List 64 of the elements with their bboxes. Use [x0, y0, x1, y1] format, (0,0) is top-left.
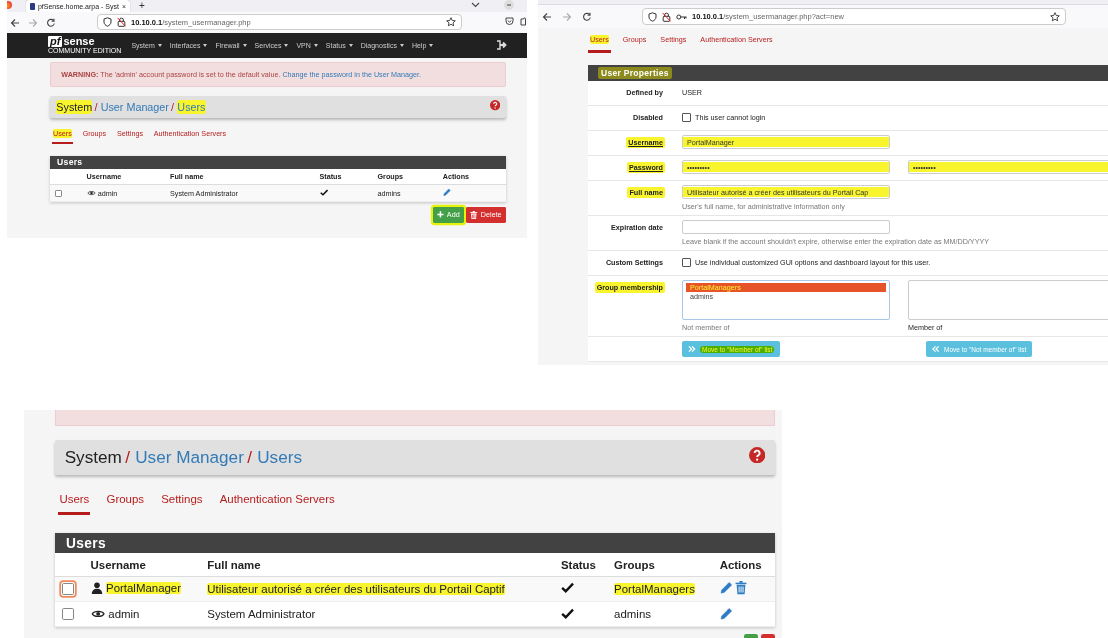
star-icon[interactable]: [1050, 11, 1060, 22]
plus-icon: [437, 211, 444, 219]
breadcrumb-item[interactable]: Users: [177, 99, 206, 114]
new-tab-button[interactable]: +: [139, 0, 145, 11]
pencil-icon[interactable]: [719, 581, 733, 595]
shield-icon[interactable]: [648, 11, 657, 22]
back-icon[interactable]: [542, 11, 552, 22]
column-header: Full name: [201, 553, 556, 577]
column-header: Actions: [713, 553, 776, 577]
trash-icon[interactable]: [735, 581, 748, 595]
crossed-lock-icon[interactable]: [662, 11, 671, 22]
table-cell: System Administrator: [207, 608, 316, 621]
help-icon[interactable]: [749, 447, 766, 464]
pocket-icon[interactable]: [505, 17, 514, 26]
pencil-icon[interactable]: [442, 188, 451, 197]
breadcrumb-separator: /: [125, 446, 131, 469]
checkmark-icon: [319, 189, 328, 196]
breadcrumb-item[interactable]: User Manager: [100, 99, 169, 114]
shield-icon[interactable]: [103, 17, 112, 27]
double-chevron-icon: [932, 345, 940, 353]
tab[interactable]: Authentication Servers: [218, 493, 336, 515]
username-link[interactable]: PortalManager: [106, 581, 182, 594]
column-header: Groups: [608, 553, 714, 577]
breadcrumb-separator: /: [94, 99, 98, 114]
tab[interactable]: Users: [58, 493, 91, 515]
row-checkbox[interactable]: [62, 608, 74, 621]
checkmark-icon: [561, 582, 575, 594]
panel-title: Users: [50, 155, 506, 169]
checkbox[interactable]: [682, 113, 691, 122]
text-field[interactable]: [682, 220, 890, 234]
trash-icon[interactable]: [470, 210, 478, 219]
breadcrumb-separator: /: [247, 446, 253, 469]
chevron-down-icon[interactable]: [471, 2, 480, 8]
breadcrumb-separator: /: [171, 99, 175, 114]
username-link[interactable]: admin: [108, 607, 140, 620]
minimize-icon[interactable]: [504, 0, 514, 10]
row-checkbox[interactable]: [54, 189, 63, 198]
tab[interactable]: Settings: [160, 493, 204, 515]
star-icon[interactable]: [446, 17, 456, 27]
back-icon[interactable]: [10, 17, 20, 28]
pencil-icon[interactable]: [719, 606, 733, 620]
column-header: Status: [555, 553, 609, 577]
table-cell: Utilisateur autorisé a créer des utilisateurs du Portail Captif: [207, 582, 505, 595]
reload-icon[interactable]: [46, 17, 56, 28]
logout-icon[interactable]: [496, 40, 507, 50]
panel-title: User Properties: [588, 65, 1108, 81]
crossed-lock-icon[interactable]: [117, 17, 126, 27]
column-header: Username: [84, 553, 202, 577]
panel-title: Users: [54, 533, 776, 554]
breadcrumb-item: System: [56, 99, 93, 114]
double-chevron-icon: [688, 345, 696, 353]
breadcrumb-item: System: [64, 446, 122, 469]
reload-icon[interactable]: [582, 11, 592, 22]
tab[interactable]: Groups: [105, 493, 146, 515]
checkbox[interactable]: [682, 258, 691, 267]
puzzle-icon[interactable]: [520, 17, 527, 26]
person-icon: [90, 581, 103, 594]
help-icon[interactable]: [489, 100, 500, 111]
checkmark-icon: [561, 607, 575, 619]
key-icon[interactable]: [676, 12, 687, 21]
eye-icon: [86, 190, 96, 197]
table-cell: PortalManagers: [614, 582, 695, 595]
table-cell: admins: [614, 608, 651, 621]
eye-icon: [90, 608, 105, 619]
